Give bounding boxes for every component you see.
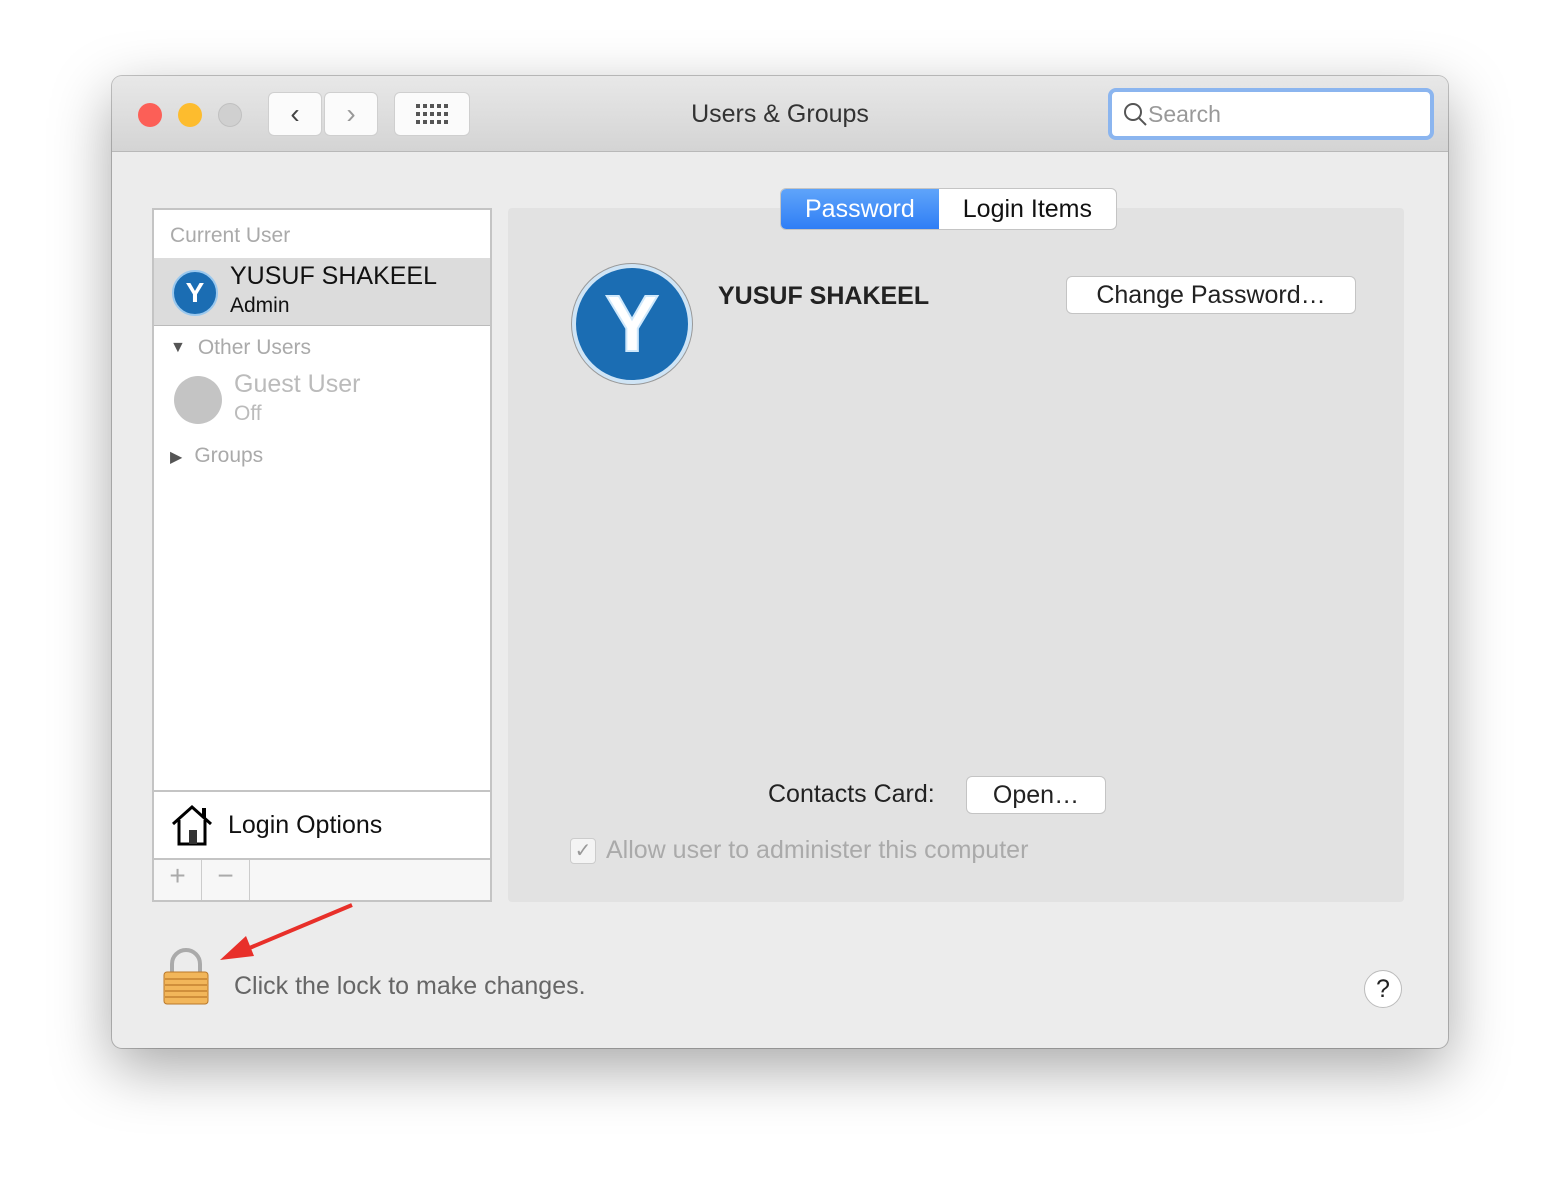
annotation-arrow-icon: [220, 903, 353, 960]
